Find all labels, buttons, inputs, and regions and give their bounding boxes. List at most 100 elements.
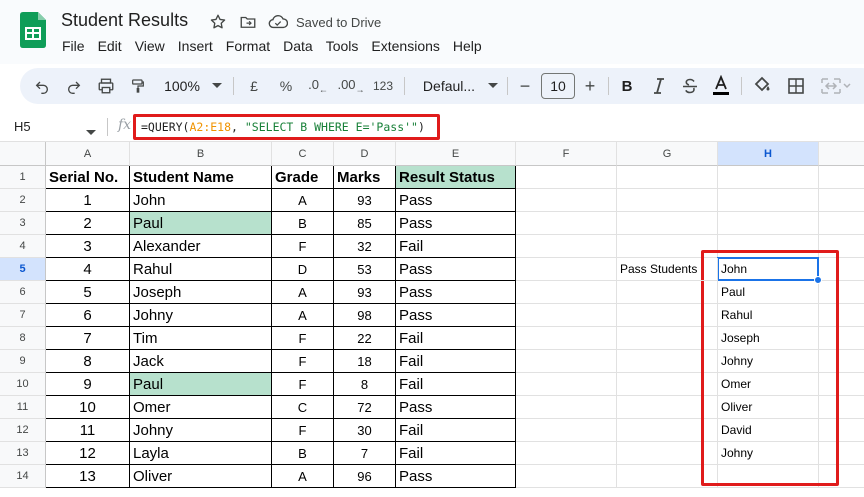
empty-cell-f1[interactable] <box>516 166 617 189</box>
empty-cell-f2[interactable] <box>516 189 617 212</box>
italic-icon[interactable] <box>648 68 670 104</box>
table-cell-d6[interactable]: 93 <box>334 281 396 304</box>
empty-cell-f4[interactable] <box>516 235 617 258</box>
table-cell-b3[interactable]: Paul <box>130 212 272 235</box>
column-header-h[interactable]: H <box>718 142 819 166</box>
menu-file[interactable]: File <box>62 38 85 54</box>
column-header-i[interactable] <box>819 142 864 166</box>
table-cell-d14[interactable]: 96 <box>334 465 396 488</box>
table-cell-a4[interactable]: 3 <box>46 235 130 258</box>
table-cell-c12[interactable]: F <box>272 419 334 442</box>
table-cell-e7[interactable]: Pass <box>396 304 516 327</box>
empty-cell-f3[interactable] <box>516 212 617 235</box>
table-cell-d13[interactable]: 7 <box>334 442 396 465</box>
table-cell-b14[interactable]: Oliver <box>130 465 272 488</box>
table-cell-e13[interactable]: Fail <box>396 442 516 465</box>
table-cell-c9[interactable]: F <box>272 350 334 373</box>
table-cell-d4[interactable]: 32 <box>334 235 396 258</box>
table-cell-e8[interactable]: Fail <box>396 327 516 350</box>
table-cell-a12[interactable]: 11 <box>46 419 130 442</box>
row-header-13[interactable]: 13 <box>0 442 46 465</box>
table-cell-d3[interactable]: 85 <box>334 212 396 235</box>
borders-icon[interactable] <box>784 68 808 104</box>
table-cell-d8[interactable]: 22 <box>334 327 396 350</box>
table-cell-b12[interactable]: Johny <box>130 419 272 442</box>
table-cell-b9[interactable]: Jack <box>130 350 272 373</box>
percent-format-button[interactable]: % <box>274 68 298 104</box>
increase-font-size-button[interactable]: + <box>579 68 601 104</box>
decrease-font-size-button[interactable]: − <box>514 68 536 104</box>
empty-cell-f11[interactable] <box>516 396 617 419</box>
table-cell-a11[interactable]: 10 <box>46 396 130 419</box>
menu-format[interactable]: Format <box>226 38 270 54</box>
currency-format-button[interactable]: £ <box>242 68 266 104</box>
header-cell-b[interactable]: Student Name <box>130 166 272 189</box>
table-cell-b10[interactable]: Paul <box>130 373 272 396</box>
row-header-9[interactable]: 9 <box>0 350 46 373</box>
number-format-button[interactable]: 123 <box>370 68 396 104</box>
empty-cell-f13[interactable] <box>516 442 617 465</box>
star-icon[interactable] <box>208 12 228 32</box>
font-size-input[interactable]: 10 <box>541 73 575 99</box>
empty-cell-f14[interactable] <box>516 465 617 488</box>
font-select[interactable]: Defaul... <box>414 68 484 104</box>
menu-edit[interactable]: Edit <box>98 38 122 54</box>
table-cell-c6[interactable]: A <box>272 281 334 304</box>
strikethrough-icon[interactable] <box>679 68 701 104</box>
table-cell-b5[interactable]: Rahul <box>130 258 272 281</box>
table-cell-c10[interactable]: F <box>272 373 334 396</box>
table-cell-d11[interactable]: 72 <box>334 396 396 419</box>
table-cell-c11[interactable]: C <box>272 396 334 419</box>
row-header-6[interactable]: 6 <box>0 281 46 304</box>
empty-cell-f6[interactable] <box>516 281 617 304</box>
table-cell-d12[interactable]: 30 <box>334 419 396 442</box>
table-cell-c7[interactable]: A <box>272 304 334 327</box>
table-cell-d9[interactable]: 18 <box>334 350 396 373</box>
table-cell-e5[interactable]: Pass <box>396 258 516 281</box>
row-header-1[interactable]: 1 <box>0 166 46 189</box>
column-header-g[interactable]: G <box>617 142 718 166</box>
empty-cell-g1[interactable] <box>617 166 718 189</box>
table-cell-c14[interactable]: A <box>272 465 334 488</box>
row-header-4[interactable]: 4 <box>0 235 46 258</box>
row-header-12[interactable]: 12 <box>0 419 46 442</box>
table-cell-e4[interactable]: Fail <box>396 235 516 258</box>
table-cell-b11[interactable]: Omer <box>130 396 272 419</box>
text-color-icon[interactable] <box>710 68 732 104</box>
table-cell-a9[interactable]: 8 <box>46 350 130 373</box>
table-cell-a6[interactable]: 5 <box>46 281 130 304</box>
select-all-corner[interactable] <box>0 142 46 166</box>
table-cell-e2[interactable]: Pass <box>396 189 516 212</box>
move-to-folder-icon[interactable] <box>238 12 258 32</box>
menu-help[interactable]: Help <box>453 38 482 54</box>
cloud-saved-icon[interactable] <box>268 12 288 32</box>
name-box[interactable]: H5 <box>14 119 31 134</box>
fill-color-icon[interactable] <box>750 68 774 104</box>
empty-cell-h1[interactable] <box>718 166 819 189</box>
paint-format-icon[interactable] <box>126 68 150 104</box>
table-cell-b6[interactable]: Joseph <box>130 281 272 304</box>
increase-decimal-button[interactable]: .00→ <box>337 68 365 104</box>
empty-cell-h2[interactable] <box>718 189 819 212</box>
column-header-b[interactable]: B <box>130 142 272 166</box>
table-cell-a10[interactable]: 9 <box>46 373 130 396</box>
zoom-chevron-down-icon[interactable] <box>210 68 224 104</box>
header-cell-e[interactable]: Result Status <box>396 166 516 189</box>
table-cell-c4[interactable]: F <box>272 235 334 258</box>
zoom-select[interactable]: 100% <box>158 68 206 104</box>
menu-insert[interactable]: Insert <box>178 38 213 54</box>
table-cell-a2[interactable]: 1 <box>46 189 130 212</box>
table-cell-a8[interactable]: 7 <box>46 327 130 350</box>
table-cell-a14[interactable]: 13 <box>46 465 130 488</box>
empty-cell-f10[interactable] <box>516 373 617 396</box>
header-cell-c[interactable]: Grade <box>272 166 334 189</box>
column-header-f[interactable]: F <box>516 142 617 166</box>
table-cell-c8[interactable]: F <box>272 327 334 350</box>
table-cell-d2[interactable]: 93 <box>334 189 396 212</box>
table-cell-e10[interactable]: Fail <box>396 373 516 396</box>
column-header-a[interactable]: A <box>46 142 130 166</box>
decrease-decimal-button[interactable]: .0← <box>305 68 331 104</box>
menu-tools[interactable]: Tools <box>326 38 359 54</box>
table-cell-d10[interactable]: 8 <box>334 373 396 396</box>
table-cell-a3[interactable]: 2 <box>46 212 130 235</box>
